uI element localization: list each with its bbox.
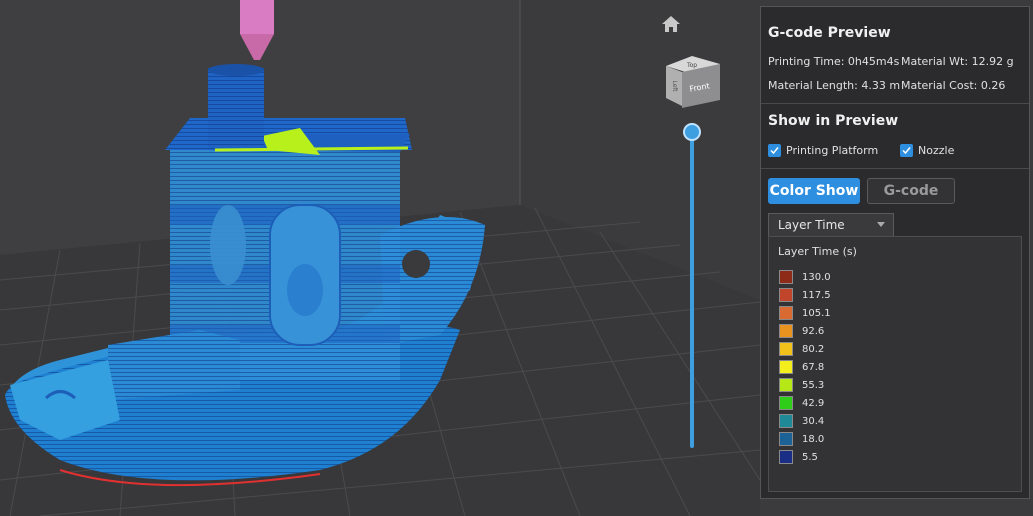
home-view-button[interactable]	[660, 14, 682, 34]
legend-swatch	[779, 324, 793, 338]
home-icon	[662, 16, 680, 32]
legend-swatch	[779, 396, 793, 410]
legend-value: 55.3	[802, 379, 825, 391]
legend-value: 5.5	[802, 451, 818, 463]
legend-swatch	[779, 450, 793, 464]
legend-swatch	[779, 342, 793, 356]
cube-left-label: Left	[671, 80, 678, 92]
checkmark-icon	[768, 143, 781, 157]
nozzle-checkbox[interactable]: Nozzle	[900, 142, 954, 158]
legend-item: 130.0	[779, 268, 831, 286]
panel-title: G-code Preview	[768, 25, 891, 41]
printing-platform-checkbox[interactable]: Printing Platform	[768, 142, 878, 158]
legend-swatch	[779, 288, 793, 302]
divider	[761, 168, 1029, 169]
cube-top-label: Top	[686, 62, 697, 69]
checkmark-icon	[900, 143, 913, 157]
legend-item: 5.5	[779, 448, 818, 466]
legend-item: 92.6	[779, 322, 824, 340]
legend-value: 30.4	[802, 415, 825, 427]
legend-swatch	[779, 306, 793, 320]
legend-value: 117.5	[802, 289, 831, 301]
legend-item: 30.4	[779, 412, 824, 430]
legend-item: 18.0	[779, 430, 824, 448]
nozzle-label: Nozzle	[918, 143, 955, 157]
legend-value: 92.6	[802, 325, 825, 337]
divider	[761, 103, 1029, 104]
legend-value: 80.2	[802, 343, 825, 355]
legend-item: 42.9	[779, 394, 824, 412]
legend-value: 67.8	[802, 361, 825, 373]
legend-value: 130.0	[802, 271, 831, 283]
color-mode-dropdown[interactable]: Layer Time	[768, 213, 894, 236]
material-cost: Material Cost: 0.26	[901, 79, 1006, 92]
legend-swatch	[779, 360, 793, 374]
layer-slider-track[interactable]	[690, 132, 694, 448]
printing-platform-label: Printing Platform	[786, 143, 879, 157]
printing-time: Printing Time: 0h45m4s	[768, 55, 900, 68]
layer-time-legend: Layer Time (s) 130.0 117.5 105.1 92.6 80.2 67…	[768, 236, 1022, 492]
legend-item: 80.2	[779, 340, 824, 358]
gcode-preview-panel: G-code Preview Printing Time: 0h45m4s Ma…	[760, 6, 1030, 499]
legend-value: 18.0	[802, 433, 825, 445]
legend-swatch	[779, 432, 793, 446]
material-weight: Material Wt: 12.92 g	[901, 55, 1014, 68]
layer-slider[interactable]	[682, 122, 702, 452]
color-mode-selected: Layer Time	[778, 218, 845, 232]
legend-swatch	[779, 414, 793, 428]
legend-item: 117.5	[779, 286, 831, 304]
material-length: Material Length: 4.33 m	[768, 79, 901, 92]
legend-value: 105.1	[802, 307, 831, 319]
chevron-down-icon	[877, 222, 885, 227]
legend-title: Layer Time (s)	[778, 245, 857, 258]
gcode-button[interactable]: G-code	[867, 178, 955, 204]
legend-item: 67.8	[779, 358, 824, 376]
color-show-button[interactable]: Color Show	[768, 178, 860, 204]
legend-swatch	[779, 270, 793, 284]
legend-swatch	[779, 378, 793, 392]
show-in-preview-title: Show in Preview	[768, 113, 899, 129]
layer-slider-handle[interactable]	[683, 123, 701, 141]
view-navigation-cube[interactable]: Top Front Left	[662, 48, 722, 110]
legend-value: 42.9	[802, 397, 825, 409]
legend-item: 55.3	[779, 376, 824, 394]
legend-item: 105.1	[779, 304, 831, 322]
